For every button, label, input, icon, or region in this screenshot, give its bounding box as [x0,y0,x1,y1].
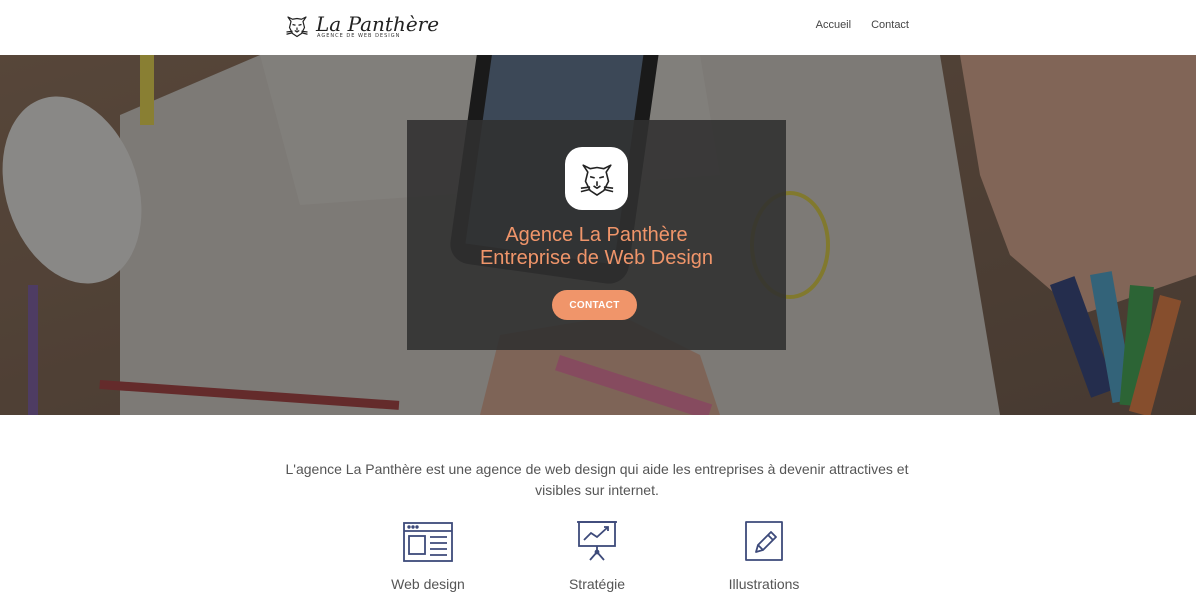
main-nav: Accueil Contact [816,19,909,31]
brand-logo[interactable]: La Panthère AGENCE DE WEB DESIGN [282,11,439,41]
service-strategie[interactable]: Stratégie [527,518,667,592]
pencil-square-icon [745,521,783,561]
service-label: Illustrations [728,576,800,592]
panther-logo-icon [286,16,308,38]
service-web-design[interactable]: Web design [358,518,498,592]
hero-card: Agence La Panthère Entreprise de Web Des… [407,120,786,350]
hero-title-line2: Entreprise de Web Design [479,247,714,269]
panther-head-icon [580,163,613,196]
hero-title: Agence La Panthère Entreprise de Web Des… [407,224,786,270]
service-illustrations[interactable]: Illustrations [694,518,834,592]
site-header: La Panthère AGENCE DE WEB DESIGN Accueil… [0,0,1196,55]
hero-section: Agence La Panthère Entreprise de Web Des… [0,55,1196,415]
nav-link-contact[interactable]: Contact [871,19,909,31]
nav-link-accueil[interactable]: Accueil [816,19,851,31]
browser-window-icon [403,522,453,562]
contact-button[interactable]: CONTACT [552,290,637,320]
intro-text: L'agence La Panthère est une agence de w… [285,461,909,498]
brand-name: La Panthère [316,11,440,36]
service-label: Stratégie [568,576,626,592]
hero-logo-badge [565,147,628,210]
presentation-chart-icon [577,521,617,561]
hero-title-line1: Agence La Panthère [505,224,688,246]
service-label: Web design [391,576,465,592]
